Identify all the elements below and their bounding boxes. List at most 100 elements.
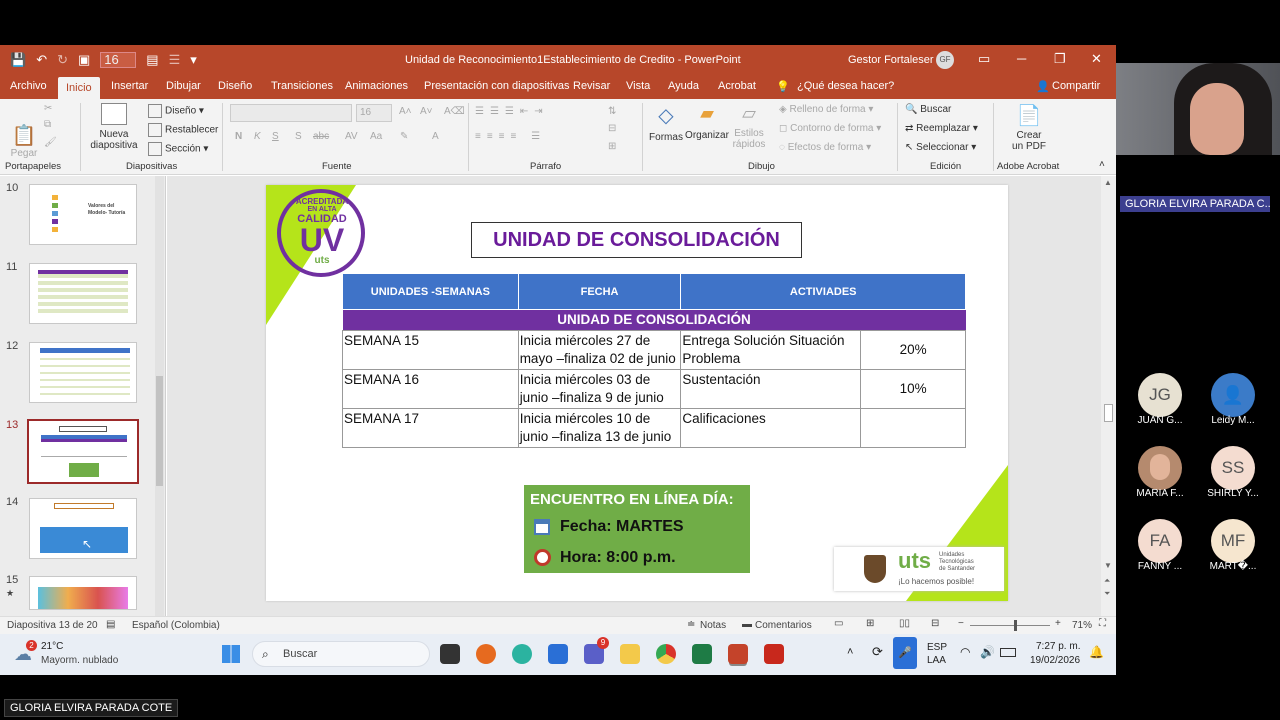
account-name[interactable]: Gestor Fortaleser 7	[848, 54, 943, 66]
font-size-quick-box[interactable]: 16	[100, 52, 137, 68]
minimize-icon[interactable]: ─	[1017, 51, 1026, 66]
highlight-icon[interactable]: ✎	[400, 131, 408, 142]
accessibility-icon[interactable]: ▤	[106, 619, 115, 630]
new-slide-button[interactable]: Nueva diapositiva	[86, 103, 142, 151]
next-slide-icon[interactable]: ⏷	[1104, 589, 1110, 599]
cut-icon[interactable]: ✂	[44, 103, 52, 114]
volume-icon[interactable]: 🔊	[980, 645, 995, 659]
slide[interactable]: ACREDITADA EN ALTA CALIDAD UV uts UNIDAD…	[266, 185, 1008, 601]
tab-vista[interactable]: Vista	[626, 80, 650, 92]
shapes-button[interactable]: ◇ Formas	[649, 103, 683, 143]
char-spacing-icon[interactable]: AV	[345, 131, 358, 142]
tab-insertar[interactable]: Insertar	[111, 80, 148, 92]
copy-icon[interactable]: ⧉	[44, 119, 51, 130]
slide-thumbnail-14[interactable]: ↖	[29, 498, 137, 559]
paste-button[interactable]: 📋 Pegar	[10, 123, 38, 159]
chrome-icon[interactable]	[656, 644, 676, 664]
wifi-icon[interactable]: ◠	[960, 645, 970, 659]
list-buttons[interactable]: ☰☰☰⇤⇥	[475, 106, 549, 117]
zoom-slider[interactable]	[970, 620, 1050, 631]
scroll-up-icon[interactable]: ▲	[1104, 178, 1112, 187]
avatar[interactable]: JG	[1138, 373, 1182, 417]
avatar[interactable]	[1138, 446, 1182, 490]
avatar[interactable]: SS	[1211, 446, 1255, 490]
zoom-slider-thumb[interactable]	[1014, 620, 1017, 631]
smartart-icon[interactable]: ⊞	[608, 141, 616, 152]
meeting-box[interactable]: ENCUENTRO EN LÍNEA DÍA: Fecha: MARTES Ho…	[524, 485, 750, 573]
quick-styles-button[interactable]: ▱ Estilos rápidos	[732, 103, 766, 150]
prev-slide-icon[interactable]: ⏶	[1104, 576, 1110, 586]
tab-inicio[interactable]: Inicio	[58, 77, 100, 99]
tab-diseno[interactable]: Diseño	[218, 80, 252, 92]
scroll-down-icon[interactable]: ▼	[1104, 561, 1112, 570]
slideshow-view-icon[interactable]: ⊟	[931, 618, 939, 629]
align-text-icon[interactable]: ⊟	[608, 123, 616, 134]
layout-button[interactable]: Diseño ▾	[148, 104, 204, 118]
zoom-level[interactable]: 71%	[1072, 620, 1092, 631]
share-button[interactable]: Compartir	[1052, 80, 1100, 92]
reading-view-icon[interactable]: ▯▯	[899, 618, 910, 629]
ribbon-display-icon[interactable]: ▭	[978, 51, 990, 67]
slide-scrollbar[interactable]: ▲ ▼ ⏶ ⏷	[1101, 176, 1116, 616]
tell-me-search[interactable]: ¿Qué desea hacer?	[797, 80, 894, 92]
section-button[interactable]: Sección ▾	[148, 142, 208, 156]
format-painter-icon[interactable]: 🖌	[44, 137, 57, 148]
change-case-icon[interactable]: Aa	[370, 131, 382, 142]
shrink-font-icon[interactable]: A˅	[420, 106, 433, 117]
share-icon[interactable]: 👤	[1036, 80, 1050, 93]
notes-button[interactable]: Notas	[700, 620, 726, 631]
avatar[interactable]: FA	[1138, 519, 1182, 563]
shadow-button[interactable]: S	[295, 131, 302, 142]
collapse-ribbon-icon[interactable]: ˄	[1099, 159, 1105, 170]
align-buttons[interactable]: ≡≡≡≡ ☰	[475, 131, 546, 142]
tab-acrobat[interactable]: Acrobat	[718, 80, 756, 92]
slide-thumbnail-12[interactable]	[29, 342, 137, 403]
battery-icon[interactable]	[1000, 648, 1016, 657]
clock-time[interactable]: 7:27 p. m.	[1036, 641, 1080, 652]
sync-icon[interactable]: ⟳	[872, 644, 883, 660]
reset-button[interactable]: Restablecer	[148, 123, 218, 137]
start-presentation-icon[interactable]: ▣	[78, 53, 90, 67]
clock-date[interactable]: 19/02/2026	[1030, 655, 1080, 666]
weather-temp[interactable]: 21°C	[41, 641, 63, 652]
task-view-icon[interactable]	[440, 644, 460, 664]
restore-icon[interactable]: ❐	[1054, 51, 1066, 67]
save-icon[interactable]: 💾	[10, 53, 26, 67]
italic-button[interactable]: K	[254, 131, 261, 142]
powerpoint-taskbar-icon[interactable]	[728, 644, 748, 664]
shape-fill-button[interactable]: ◈ Relleno de forma ▾	[779, 104, 873, 115]
shape-outline-button[interactable]: ◻ Contorno de forma ▾	[779, 123, 881, 134]
sorter-view-icon[interactable]: ⊞	[866, 618, 874, 629]
scrollbar-thumb[interactable]	[1104, 404, 1113, 422]
store-icon[interactable]	[548, 644, 568, 664]
tab-archivo[interactable]: Archivo	[10, 80, 47, 92]
edge-icon[interactable]	[512, 644, 532, 664]
tab-transiciones[interactable]: Transiciones	[271, 80, 333, 92]
layout-icon[interactable]: ▤	[146, 53, 158, 67]
zoom-out-icon[interactable]: −	[958, 618, 964, 629]
firefox-icon[interactable]	[476, 644, 496, 664]
schedule-table[interactable]: UNIDADES -SEMANAS FECHA ACTIVIADES UNIDA…	[342, 273, 966, 448]
microphone-icon[interactable]: 🎤	[893, 637, 917, 669]
fit-slide-icon[interactable]: ⛶	[1099, 618, 1106, 629]
slide-thumbnail-10[interactable]: Valores del Modelo- Tutoría	[29, 184, 137, 245]
list-icon[interactable]: ☰	[169, 53, 181, 67]
tray-overflow-icon[interactable]: ˄	[847, 646, 853, 658]
text-direction-icon[interactable]: ⇅	[608, 106, 616, 117]
slide-thumbnail-15[interactable]	[29, 576, 137, 610]
bold-button[interactable]: N	[235, 131, 242, 142]
tab-animaciones[interactable]: Animaciones	[345, 80, 408, 92]
notification-icon[interactable]: 🔔	[1089, 645, 1104, 659]
excel-icon[interactable]	[692, 644, 712, 664]
clear-format-icon[interactable]: A⌫	[444, 106, 465, 117]
tab-revisar[interactable]: Revisar	[573, 80, 610, 92]
grow-font-icon[interactable]: A˄	[399, 106, 412, 117]
customize-qat-icon[interactable]: ▾	[190, 53, 197, 67]
font-size-box[interactable]: 16	[356, 104, 392, 122]
find-button[interactable]: 🔍 Buscar	[905, 104, 951, 115]
presenter-video[interactable]	[1116, 63, 1280, 155]
comments-button[interactable]: Comentarios	[755, 620, 812, 631]
tab-dibujar[interactable]: Dibujar	[166, 80, 201, 92]
normal-view-icon[interactable]: ▭	[834, 618, 843, 629]
acrobat-icon[interactable]	[764, 644, 784, 664]
